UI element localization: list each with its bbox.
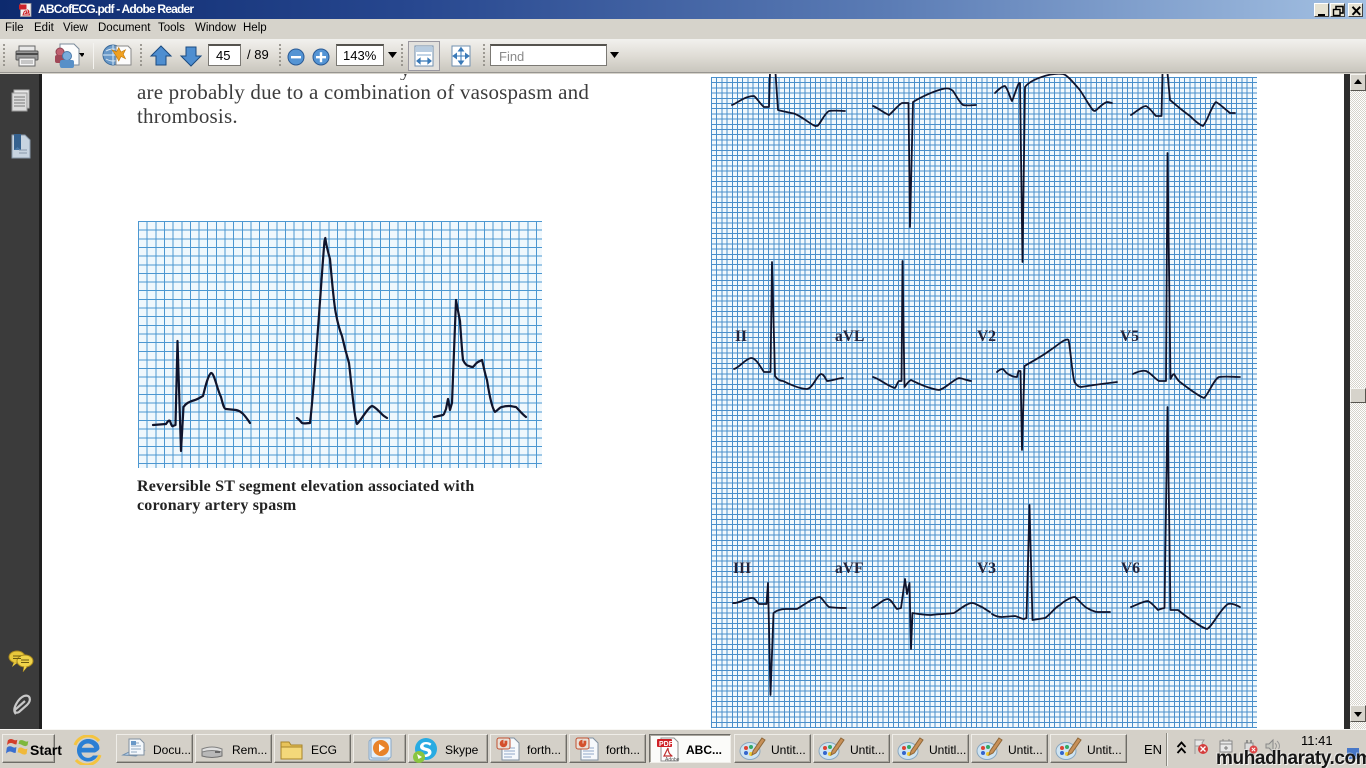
svg-text:III: III xyxy=(733,560,751,577)
svg-text:V5: V5 xyxy=(1120,328,1139,345)
svg-text:V6: V6 xyxy=(1121,560,1140,577)
svg-text:V3: V3 xyxy=(977,560,996,577)
svg-text:aVF: aVF xyxy=(835,560,863,577)
svg-text:Adobe: Adobe xyxy=(665,757,680,763)
svg-text:II: II xyxy=(735,328,747,345)
svg-text:aVL: aVL xyxy=(835,328,864,345)
svg-text:V2: V2 xyxy=(977,328,996,345)
svg-text:PDF: PDF xyxy=(659,741,674,748)
